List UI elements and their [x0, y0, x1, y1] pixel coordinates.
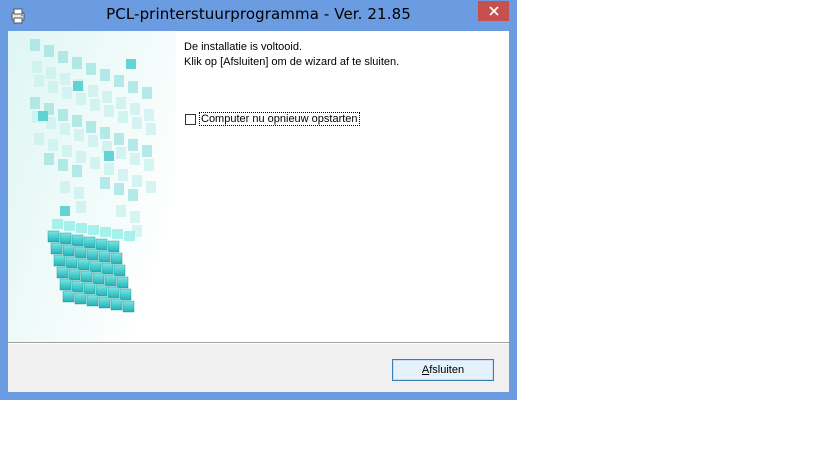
close-button[interactable] — [478, 1, 509, 21]
title-bar[interactable]: PCL-printerstuurprogramma - Ver. 21.85 — [0, 0, 517, 31]
cube-illustration — [8, 31, 176, 342]
finish-button-label: fsluiten — [429, 364, 465, 376]
finish-button-mnemonic: A — [421, 364, 430, 376]
completion-message: De installatie is voltooid. — [184, 41, 303, 53]
wizard-content: De installatie is voltooid. Klik op [Afs… — [8, 31, 509, 342]
instruction-message: Klik op [Afsluiten] om de wizard af te s… — [184, 56, 400, 68]
restart-option[interactable]: Computer nu opnieuw opstarten — [185, 112, 360, 126]
wizard-client-area: De installatie is voltooid. Klik op [Afs… — [8, 31, 509, 392]
restart-checkbox[interactable] — [185, 113, 196, 125]
footer-divider — [8, 342, 509, 344]
window-title: PCL-printerstuurprogramma - Ver. 21.85 — [106, 5, 411, 23]
close-icon — [488, 6, 499, 16]
restart-checkbox-label[interactable]: Computer nu opnieuw opstarten — [199, 112, 360, 126]
installer-window: PCL-printerstuurprogramma - Ver. 21.85 D… — [0, 0, 517, 400]
finish-button[interactable]: Afsluiten — [392, 359, 494, 381]
